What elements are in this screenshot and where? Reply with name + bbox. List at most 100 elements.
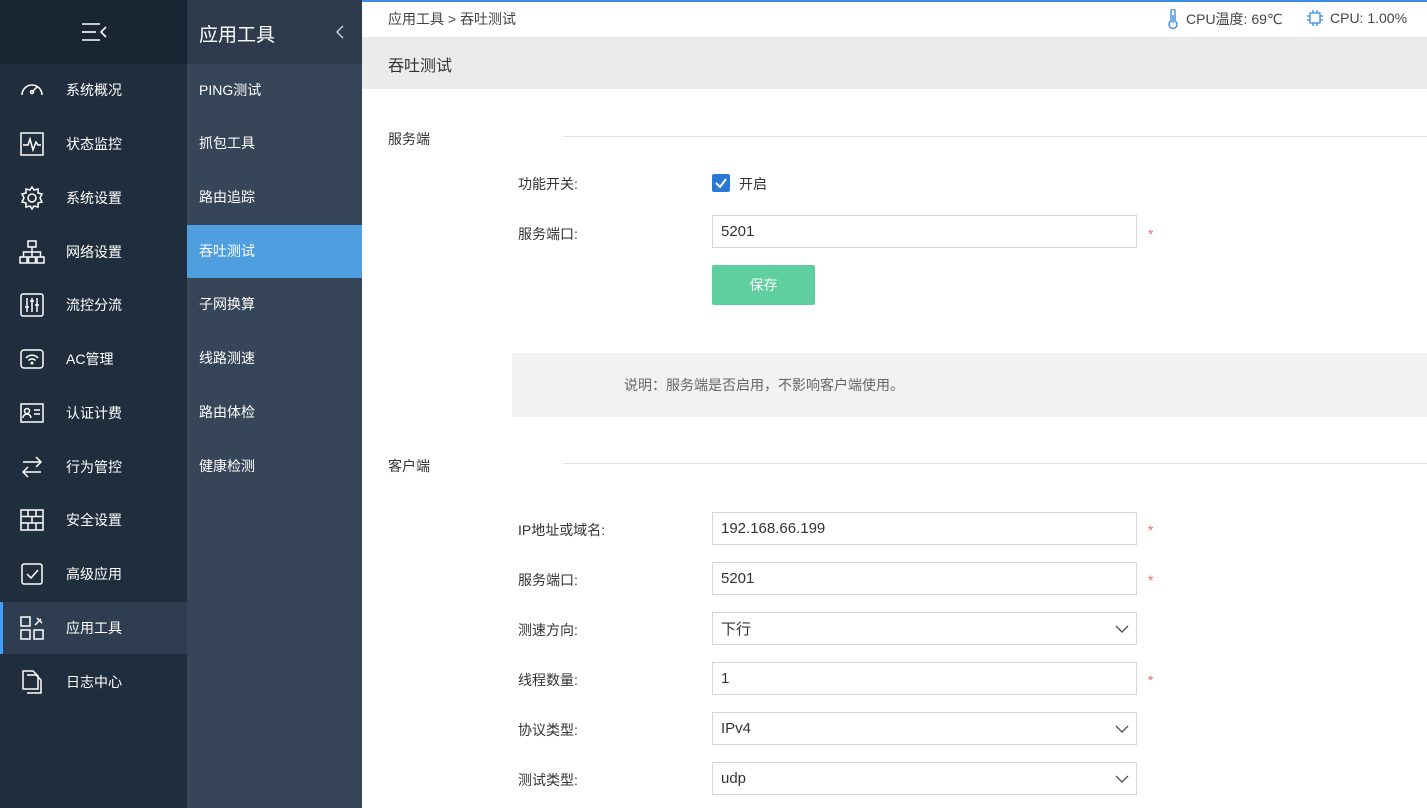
- protocol-select[interactable]: IPv4: [712, 712, 1137, 745]
- breadcrumb-parent[interactable]: 应用工具: [388, 11, 444, 27]
- save-button[interactable]: 保存: [712, 265, 815, 305]
- threads-input[interactable]: 1: [712, 662, 1137, 695]
- sub-nav-header: 应用工具: [187, 0, 362, 64]
- nav-item-app-tools[interactable]: 应用工具: [0, 602, 187, 654]
- direction-value: 下行: [721, 621, 752, 638]
- sub-item-capture[interactable]: 抓包工具: [187, 117, 362, 170]
- nav-label: 状态监控: [66, 136, 122, 152]
- required-mark: *: [1148, 672, 1154, 688]
- section-divider: [563, 136, 1427, 137]
- nav-label: 网络设置: [66, 244, 122, 260]
- sub-item-ping[interactable]: PING测试: [187, 64, 362, 117]
- ip-input[interactable]: 192.168.66.199: [712, 512, 1137, 545]
- ip-label: IP地址或域名:: [518, 522, 606, 538]
- required-mark: *: [1148, 572, 1154, 588]
- check-icon: [715, 178, 727, 189]
- nav-item-auth-billing[interactable]: 认证计费: [0, 387, 187, 439]
- test-type-value: udp: [721, 770, 747, 787]
- network-icon: [18, 238, 46, 266]
- nav-item-status-monitor[interactable]: 状态监控: [0, 118, 187, 170]
- nav-label: 认证计费: [66, 405, 122, 421]
- server-note-box: 说明：服务端是否启用，不影响客户端使用。: [512, 353, 1427, 417]
- nav-item-log-center[interactable]: 日志中心: [0, 656, 187, 708]
- gear-icon: [18, 184, 46, 212]
- sub-nav: 应用工具 PING测试 抓包工具 路由追踪 吞吐测试 子网换算 线路测速 路由体…: [187, 0, 362, 808]
- cpu-temperature-text: CPU温度: 69℃: [1186, 11, 1283, 27]
- nav-header: [0, 0, 187, 64]
- sub-item-speed-test[interactable]: 线路测速: [187, 332, 362, 385]
- chevron-down-icon: [1114, 722, 1130, 740]
- log-icon: [18, 668, 46, 696]
- sub-nav-title: 应用工具: [199, 25, 276, 46]
- arrows-icon: [18, 453, 46, 481]
- nav-item-flow-control[interactable]: 流控分流: [0, 279, 187, 331]
- nav-label: 安全设置: [66, 512, 122, 528]
- nav-item-overview[interactable]: 系统概况: [0, 64, 187, 116]
- sub-item-traceroute[interactable]: 路由追踪: [187, 171, 362, 224]
- monitor-icon: [18, 130, 46, 158]
- nav-item-advanced-apps[interactable]: 高级应用: [0, 548, 187, 600]
- nav-label: 系统设置: [66, 190, 122, 206]
- threads-value: 1: [721, 670, 730, 687]
- nav-item-system-settings[interactable]: 系统设置: [0, 172, 187, 224]
- wifi-icon: [18, 345, 46, 373]
- firewall-icon: [18, 506, 46, 534]
- sub-item-throughput[interactable]: 吞吐测试: [187, 225, 362, 278]
- breadcrumb-current: 吞吐测试: [459, 11, 516, 27]
- sub-item-subnet-calc[interactable]: 子网换算: [187, 278, 362, 331]
- breadcrumb-separator: >: [447, 11, 457, 27]
- main-nav: 系统概况 状态监控 系统设置 网络设置 流控分流 AC管理 认证计费 行为管控 …: [0, 0, 187, 808]
- id-card-icon: [18, 399, 46, 427]
- breadcrumb: 应用工具 > 吞吐测试: [388, 9, 516, 29]
- client-port-input[interactable]: 5201: [712, 562, 1137, 595]
- check-doc-icon: [18, 560, 46, 588]
- tools-icon: [18, 614, 46, 642]
- switch-label: 功能开关:: [518, 176, 578, 192]
- page-title: 吞吐测试: [388, 58, 453, 75]
- chevron-down-icon: [1114, 772, 1130, 790]
- threads-label: 线程数量:: [518, 672, 578, 688]
- nav-label: 行为管控: [66, 459, 122, 475]
- client-section-title: 客户端: [388, 458, 430, 474]
- protocol-label: 协议类型:: [518, 722, 578, 738]
- chevron-down-icon: [1114, 622, 1130, 640]
- chevron-left-icon[interactable]: [333, 22, 347, 42]
- nav-label: 应用工具: [66, 620, 122, 636]
- thermometer-icon: [1166, 9, 1180, 29]
- test-type-select[interactable]: udp: [712, 762, 1137, 795]
- server-port-input[interactable]: 5201: [712, 215, 1137, 248]
- cpu-usage: CPU: 1.00%: [1306, 9, 1407, 27]
- ip-value: 192.168.66.199: [721, 520, 826, 537]
- direction-label: 测速方向:: [518, 622, 578, 638]
- client-port-value: 5201: [721, 570, 755, 587]
- menu-collapse-icon[interactable]: [80, 20, 108, 44]
- nav-label: 流控分流: [66, 297, 122, 313]
- required-mark: *: [1148, 522, 1154, 538]
- chip-icon: [1306, 9, 1324, 27]
- nav-item-network-settings[interactable]: 网络设置: [0, 226, 187, 278]
- enable-checkbox[interactable]: [712, 174, 730, 192]
- server-note-text: 说明：服务端是否启用，不影响客户端使用。: [624, 377, 904, 393]
- cpu-temperature: CPU温度: 69℃: [1166, 9, 1283, 29]
- required-mark: *: [1148, 226, 1154, 242]
- nav-label: 日志中心: [66, 674, 122, 690]
- server-section-title: 服务端: [388, 131, 430, 147]
- client-port-label: 服务端口:: [518, 572, 578, 588]
- dashboard-icon: [18, 76, 46, 104]
- server-port-value: 5201: [721, 223, 755, 240]
- nav-item-behavior-control[interactable]: 行为管控: [0, 441, 187, 493]
- server-port-label: 服务端口:: [518, 226, 578, 242]
- nav-label: 系统概况: [66, 82, 122, 98]
- test-type-label: 测试类型:: [518, 772, 578, 788]
- nav-label: 高级应用: [66, 566, 122, 582]
- nav-item-ac-management[interactable]: AC管理: [0, 333, 187, 385]
- direction-select[interactable]: 下行: [712, 612, 1137, 645]
- sub-item-route-check[interactable]: 路由体检: [187, 386, 362, 439]
- cpu-usage-text: CPU: 1.00%: [1330, 10, 1408, 26]
- nav-item-security-settings[interactable]: 安全设置: [0, 494, 187, 546]
- section-divider: [563, 463, 1427, 464]
- sub-item-health-check[interactable]: 健康检测: [187, 440, 362, 493]
- page-header: 吞吐测试: [362, 37, 1427, 89]
- enable-checkbox-label[interactable]: 开启: [739, 174, 767, 194]
- nav-label: AC管理: [66, 351, 114, 367]
